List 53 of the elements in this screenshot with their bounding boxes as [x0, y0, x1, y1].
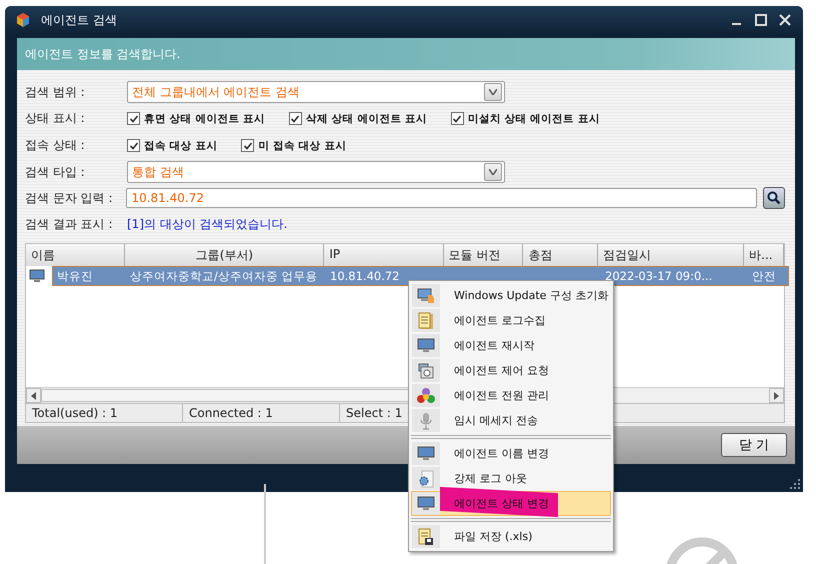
monitor-icon [29, 269, 45, 283]
document-save-icon [418, 528, 434, 546]
scroll-right-icon[interactable] [769, 388, 784, 403]
document-icon [418, 312, 434, 330]
camera-icon [418, 362, 434, 378]
checkbox-label: 미설치 상태 에이전트 표시 [468, 112, 600, 126]
table-cell: 박유진 [57, 268, 93, 282]
checkbox-label: 휴면 상태 에이전트 표시 [144, 112, 265, 126]
scroll-left-icon[interactable] [26, 388, 41, 403]
table-cell: 10.81.40.72 [330, 269, 400, 283]
checkbox[interactable] [241, 139, 254, 152]
checkbox-label: 접속 대상 표시 [144, 138, 218, 152]
header-text: 에이전트 정보를 검색합니다. [25, 46, 180, 62]
field-label: 검색 타입 : [25, 164, 86, 180]
menu-item[interactable]: 강제 로그 아웃 [411, 466, 611, 491]
table-cell: 안전 [752, 268, 776, 282]
checkbox[interactable] [127, 112, 140, 125]
flower-icon [417, 388, 435, 404]
menu-item[interactable]: 파일 저장 (.xls) [411, 524, 611, 549]
gear-document-icon [418, 470, 434, 488]
field-label: 접속 상태 : [25, 137, 86, 154]
status-text: Total(used) : 1 [26, 404, 183, 422]
search-icon [767, 191, 782, 205]
monitor-icon [417, 496, 435, 512]
menu-item[interactable]: 에이전트 로그수집 [411, 308, 611, 333]
menu-item[interactable]: 에이전트 제어 요청 [411, 358, 611, 383]
close-icon[interactable] [779, 14, 791, 26]
checkbox-label: 미 접속 대상 표시 [258, 138, 346, 152]
monitor-icon [417, 446, 435, 462]
checkbox[interactable] [450, 112, 464, 125]
menu-item[interactable]: 에이전트 이름 변경 [411, 441, 611, 466]
menu-item[interactable]: 에이전트 재시작 [411, 333, 611, 358]
field-label: 검색 결과 표시 : [25, 216, 114, 232]
field-label: 검색 범위 : [25, 84, 86, 100]
table-cell: 상주여자중학교/상주여자중 업무용 [130, 268, 318, 282]
menu-item[interactable]: Windows Update 구성 초기화 [411, 283, 611, 308]
window-title: 에이전트 검색 [41, 12, 117, 28]
checkbox[interactable] [127, 139, 140, 152]
checkbox[interactable] [288, 112, 302, 125]
monitor-hand-icon [417, 288, 435, 304]
status-text: Connected : 1 [183, 404, 340, 422]
close-button[interactable]: 닫 기 [721, 433, 787, 457]
result-text: [1]의 대상이 검색되었습니다. [127, 216, 288, 232]
search-button[interactable] [763, 187, 785, 209]
monitor-icon [417, 338, 435, 354]
field-label: 검색 문자 입력 : [25, 190, 114, 206]
checkbox-label: 삭제 상태 에이전트 표시 [306, 112, 427, 126]
field-label: 상태 표시 : [25, 110, 86, 127]
table-cell: 2022-03-17 09:0... [605, 269, 712, 283]
microphone-icon [419, 412, 433, 430]
resize-grip-icon[interactable] [787, 476, 801, 490]
cube-icon [15, 12, 31, 28]
maximize-icon[interactable] [755, 14, 767, 26]
